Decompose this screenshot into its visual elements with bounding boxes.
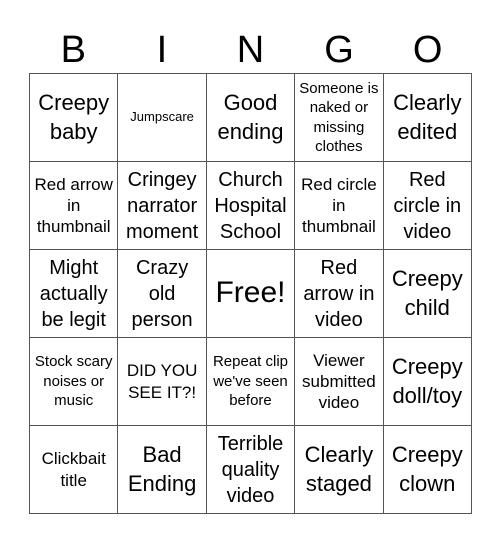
bingo-cell-text: Stock scary noises or music	[34, 353, 113, 410]
bingo-cell-text: Cringey narrator moment	[125, 168, 199, 243]
bingo-cell[interactable]: Creepy doll/toy	[383, 338, 472, 426]
bingo-cell-text: Red circle in thumbnail	[301, 174, 377, 237]
bingo-cell[interactable]: Red circle in thumbnail	[295, 162, 384, 250]
bingo-cell-text: Clickbait title	[41, 449, 106, 490]
bingo-cell[interactable]: Creepy baby	[30, 74, 119, 162]
bingo-cell-text: Someone is naked or missing clothes	[299, 79, 379, 156]
bingo-cell-text: Creepy doll/toy	[391, 353, 463, 408]
header-letter-o: O	[412, 29, 443, 71]
bingo-header: B I N G O	[29, 28, 472, 73]
bingo-cell-text: Creepy clown	[391, 441, 463, 496]
header-letter-n: N	[236, 29, 265, 71]
bingo-cell-text: Bad Ending	[127, 441, 197, 496]
bingo-cell[interactable]: Good ending	[206, 74, 296, 162]
bingo-cell[interactable]: Red arrow in video	[295, 250, 384, 338]
bingo-cell-text: Crazy old person	[131, 256, 193, 331]
bingo-cell[interactable]: Red arrow in thumbnail	[30, 162, 119, 250]
bingo-cell-text: Terrible quality video	[217, 432, 284, 507]
bingo-cell[interactable]: Creepy clown	[383, 426, 472, 514]
bingo-cell[interactable]: Might actually be legit	[30, 250, 119, 338]
bingo-cell-text: Viewer submitted video	[302, 350, 376, 413]
bingo-cell-text: Free!	[215, 276, 286, 310]
bingo-cell[interactable]: Clearly staged	[295, 426, 384, 514]
bingo-cell-text: Jumpscare	[130, 109, 194, 125]
bingo-cell-text: Red arrow in video	[303, 256, 375, 331]
header-letter-i: I	[156, 29, 168, 71]
bingo-cell-text: Clearly staged	[304, 441, 374, 496]
bingo-cell-text: Creepy child	[391, 265, 463, 320]
bingo-cell[interactable]: Clearly edited	[383, 74, 472, 162]
bingo-cell[interactable]: DID YOU SEE IT?!	[118, 338, 207, 426]
bingo-cell[interactable]: Bad Ending	[118, 426, 207, 514]
header-letter-b: B	[60, 29, 86, 71]
bingo-cell[interactable]: Someone is naked or missing clothes	[295, 74, 384, 162]
bingo-cell-text: Good ending	[217, 89, 284, 144]
bingo-cell[interactable]: Terrible quality video	[206, 426, 296, 514]
bingo-cell[interactable]: Jumpscare	[118, 74, 207, 162]
bingo-cell[interactable]: Clickbait title	[30, 426, 119, 514]
bingo-cell[interactable]: Church Hospital School	[206, 162, 296, 250]
bingo-cell-text: Repeat clip we've seen before	[212, 353, 289, 410]
bingo-cell[interactable]: Cringey narrator moment	[118, 162, 207, 250]
bingo-cell-free[interactable]: Free!	[206, 250, 296, 338]
bingo-cell-text: Red arrow in thumbnail	[34, 174, 113, 237]
bingo-cell-text: DID YOU SEE IT?!	[126, 361, 198, 402]
bingo-cell[interactable]: Red circle in video	[383, 162, 472, 250]
bingo-cell-text: Might actually be legit	[39, 256, 108, 331]
bingo-cell-text: Creepy baby	[38, 89, 110, 144]
bingo-cell[interactable]: Stock scary noises or music	[30, 338, 119, 426]
bingo-cell[interactable]: Crazy old person	[118, 250, 207, 338]
header-letter-g: G	[324, 29, 354, 71]
bingo-cell-text: Red circle in video	[393, 168, 462, 243]
bingo-cell[interactable]: Creepy child	[383, 250, 472, 338]
bingo-cell-text: Church Hospital School	[214, 168, 287, 243]
bingo-card-grid: Creepy baby Jumpscare Good ending Someone i…	[29, 73, 472, 514]
bingo-cell[interactable]: Viewer submitted video	[295, 338, 384, 426]
bingo-cell-text: Clearly edited	[393, 89, 462, 144]
bingo-cell[interactable]: Repeat clip we've seen before	[206, 338, 296, 426]
